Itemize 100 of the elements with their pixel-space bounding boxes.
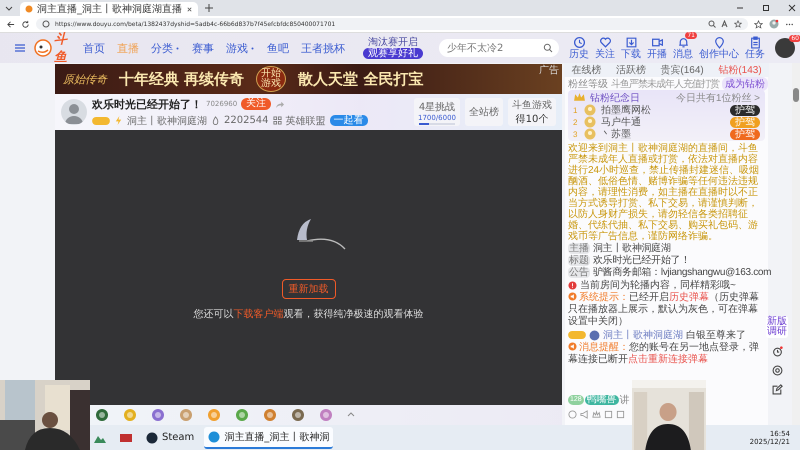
join-button[interactable]: 成为钻粉	[722, 76, 768, 90]
expand-icon[interactable]	[347, 411, 355, 419]
browser-tab[interactable]: 洞主直播_洞主丨歌神洞庭湖直播	[20, 2, 198, 16]
chat-input[interactable]: 讲	[620, 393, 630, 407]
browser-icon	[208, 430, 220, 442]
close-icon[interactable]	[788, 4, 796, 12]
header-action[interactable]: 任务	[745, 36, 765, 60]
reload-icon[interactable]	[21, 20, 30, 28]
fan-name: 拍墨鹰网松	[601, 104, 651, 116]
close-icon[interactable]	[186, 6, 193, 12]
nav-link[interactable]: 分类	[151, 40, 180, 56]
ranking-tab[interactable]: 贵宾(164)	[660, 63, 704, 77]
fan-avatar	[584, 104, 596, 116]
speaker-icon	[568, 342, 577, 351]
taskbar-app[interactable]: 洞主直播_洞主丨歌神洞	[204, 426, 334, 448]
gift-icon[interactable]	[95, 408, 109, 422]
ad-label: 广告	[539, 66, 559, 76]
info-label: 公告	[568, 266, 590, 278]
crown-icon	[573, 91, 586, 104]
gift-icon[interactable]	[235, 408, 249, 422]
fan-name: 马户牛通	[601, 116, 641, 128]
download-client-link[interactable]: 下载客户端	[234, 308, 284, 320]
bell-icon	[676, 36, 690, 49]
card-label: 4星挑战	[418, 100, 456, 114]
restore-icon[interactable]	[762, 4, 770, 12]
info-label: 标题	[568, 254, 590, 266]
site-logo[interactable]: 斗鱼	[34, 30, 67, 66]
header-action[interactable]: 创作中心	[699, 36, 739, 60]
star-icon[interactable]	[734, 20, 742, 28]
ad-banner[interactable]: 原始传奇 十年经典 再续传奇 开始游戏 散人天堂 全民打宝 广告	[55, 64, 562, 94]
site-info-icon[interactable]	[42, 20, 50, 28]
promo-button[interactable]: 观赛享好礼	[363, 48, 423, 59]
minor-notice: 斗鱼严禁未成年人充值打赏	[611, 78, 719, 90]
gift-icon[interactable]	[291, 408, 305, 422]
message-link[interactable]: 历史弹幕	[669, 292, 709, 303]
room-tag: 一起看	[330, 115, 368, 126]
back-icon[interactable]	[6, 20, 15, 28]
survey-button[interactable]: 新版调研	[766, 316, 788, 338]
user-name[interactable]: 洞主丨歌神洞庭湖	[603, 328, 683, 342]
zoom-icon[interactable]	[708, 20, 716, 28]
level-badge-icon	[568, 331, 586, 339]
ranking-tab[interactable]: 钻粉(143)	[718, 63, 762, 77]
reload-button[interactable]: 重新加载	[282, 278, 336, 298]
card-title: 钻粉纪念日	[590, 92, 640, 104]
fan-count-link[interactable]: 今日共有1位粉丝 >	[676, 90, 760, 104]
clock-icon	[572, 36, 586, 49]
enter-message: 白银至尊来了	[686, 328, 746, 342]
chat-notice: 当前房间为轮播内容，同样精彩哦~	[580, 278, 736, 292]
nav-link[interactable]: 首页	[83, 40, 105, 56]
ranking-card[interactable]: 斗鱼游戏 得10个	[508, 98, 556, 126]
search-field[interactable]: 少年不太冷2	[439, 39, 559, 57]
nav-link[interactable]: 王者挑杯	[301, 40, 345, 56]
guard-badge: 护驾	[730, 128, 760, 140]
user-avatar[interactable]	[775, 38, 795, 58]
card-label: 全站榜	[469, 106, 499, 119]
crown-icon[interactable]	[592, 410, 601, 418]
box-icon[interactable]	[616, 410, 625, 418]
settings-icon[interactable]	[772, 365, 782, 376]
start-game-button[interactable]: 开始游戏	[256, 66, 286, 92]
promo-text: 淘汰赛开启	[368, 37, 418, 48]
download-icon	[624, 36, 638, 49]
gift-icon[interactable]	[263, 408, 277, 422]
timer-icon[interactable]	[772, 346, 782, 357]
taskbar-app[interactable]: Steam	[142, 428, 198, 446]
streamer-name[interactable]: 洞主丨歌神洞庭湖	[127, 114, 207, 128]
fan-avatar	[584, 116, 596, 128]
info-label: 主播	[568, 242, 590, 254]
streamer-avatar[interactable]	[61, 99, 87, 125]
nav-link[interactable]: 赛事	[192, 40, 214, 56]
hot-count: 2202544	[224, 115, 269, 126]
nav-link[interactable]: 游戏	[226, 40, 255, 56]
guard-badge: 护驾	[730, 104, 760, 116]
info-value: 洞主丨歌神洞庭湖	[593, 242, 671, 254]
ranking-tab[interactable]: 活跃榜	[616, 63, 646, 77]
edit-icon[interactable]	[772, 384, 782, 395]
profile-icon[interactable]	[769, 19, 779, 29]
header-action[interactable]: 开播	[647, 36, 667, 60]
ranking-tab[interactable]: 在线榜	[571, 63, 602, 77]
message-link[interactable]: 点击重新连接弹幕	[628, 354, 708, 365]
new-tab-icon[interactable]	[204, 3, 214, 13]
favorites-icon[interactable]	[754, 20, 763, 28]
menu-icon[interactable]	[14, 42, 26, 54]
header-action[interactable]: 下载	[621, 36, 641, 60]
ranking-card[interactable]: 全站榜	[465, 98, 503, 126]
emoji-icon[interactable]	[568, 410, 577, 418]
level-badge-icon	[92, 116, 110, 124]
fan-badge-icon	[589, 330, 600, 340]
app-icon	[120, 432, 132, 444]
gift-icon[interactable]	[319, 408, 333, 422]
box-icon[interactable]	[604, 410, 613, 418]
read-aloud-icon[interactable]	[721, 20, 729, 28]
nav-link[interactable]: 鱼吧	[267, 40, 289, 56]
category-link[interactable]: 英雄联盟	[286, 114, 326, 128]
ad-slogan: 十年经典 再续传奇	[119, 70, 244, 88]
megaphone-icon[interactable]	[580, 410, 589, 418]
welcome-notice: 欢迎来到洞主丨歌神洞庭湖的直播间，斗鱼严禁未成年人直播或打赏，依法对直播内容进行24小时巡查，禁止传播封建迷信、吸烟酗酒、低俗色情、赌博诈骗等任何违法违规内容，请理性消费，如主播在直播时以不正当方式诱导打赏、私下交易，请谨慎判断，以防人身财产损失，请勿轻信各类招聘征婚、代练代抽、私下交易、购买礼包码、游戏币等广告信息，谨防网络诈骗。	[568, 143, 760, 242]
header-action[interactable]: 历史	[569, 36, 589, 60]
gift-icon[interactable]	[151, 408, 165, 422]
header-action[interactable]: 关注	[595, 36, 615, 60]
follow-button[interactable]: 关注	[241, 98, 272, 110]
